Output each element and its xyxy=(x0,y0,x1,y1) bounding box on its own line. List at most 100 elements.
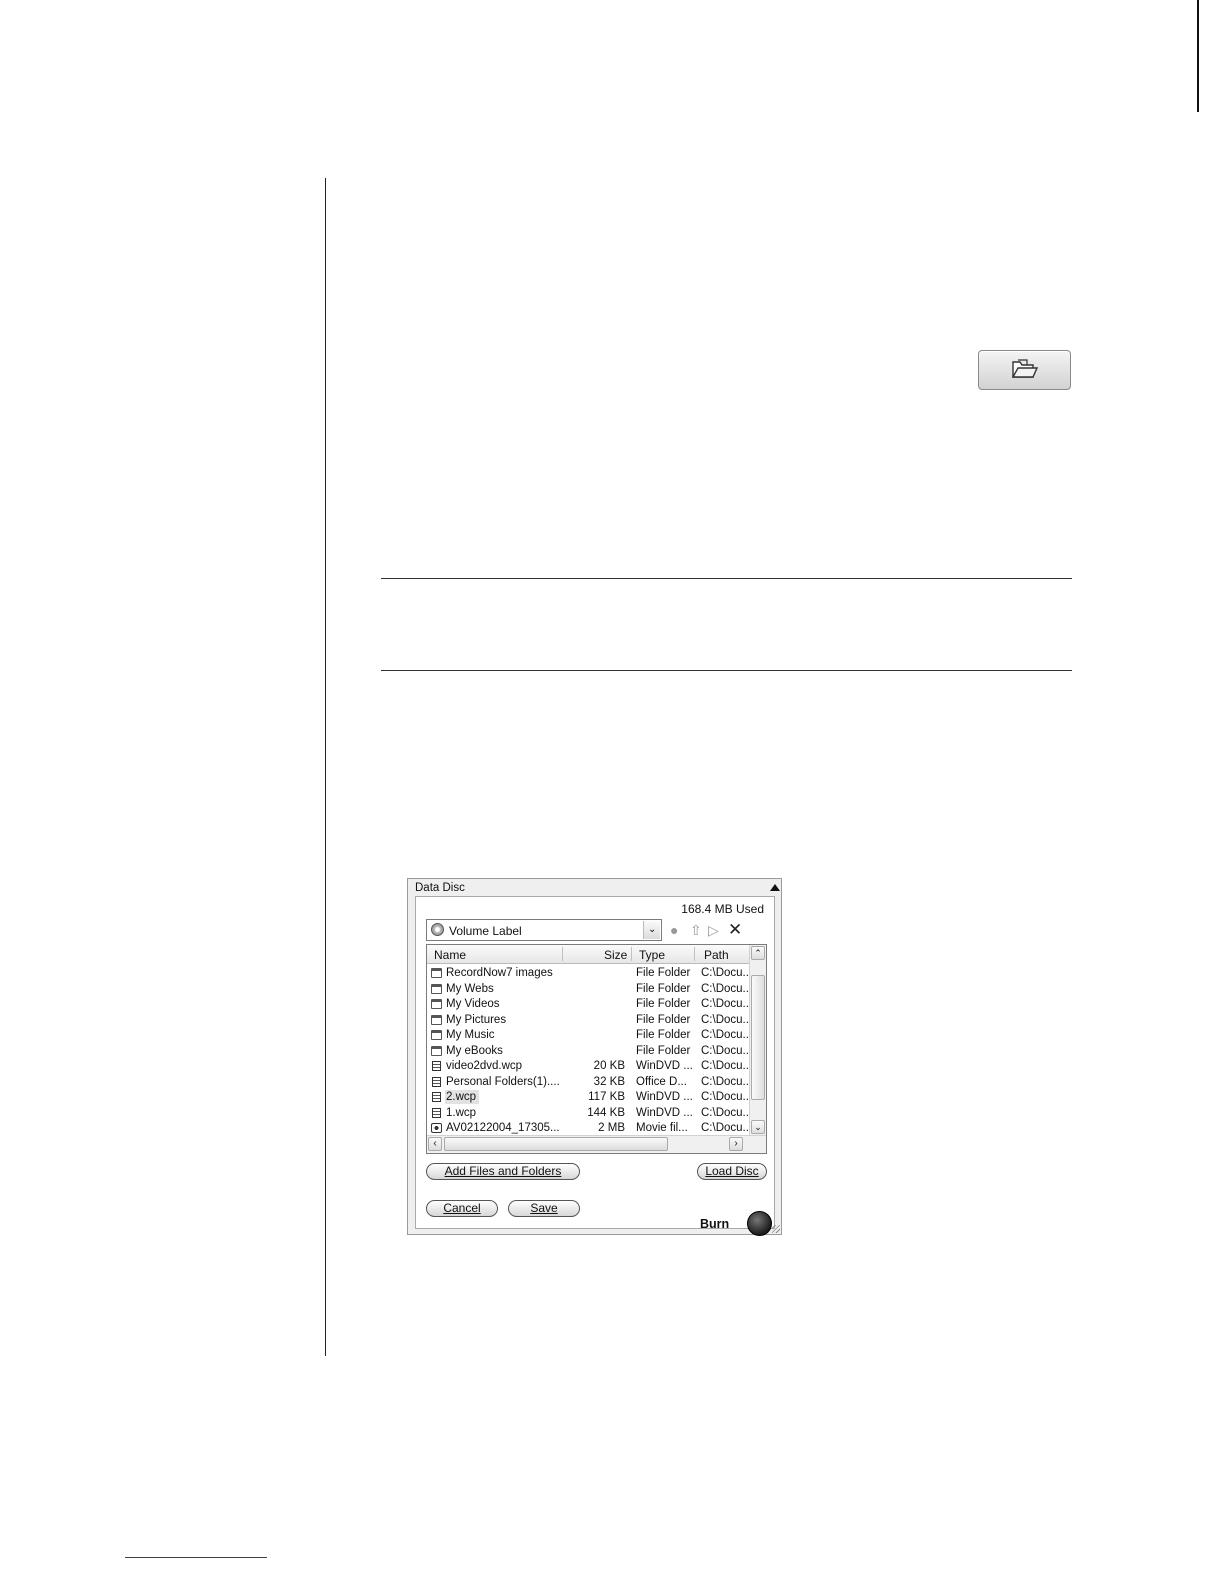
list-item[interactable]: video2dvd.wcp 20 KB WinDVD ... C:\Docu... xyxy=(427,1059,753,1074)
footer-link-rule[interactable] xyxy=(125,1557,267,1558)
scroll-up-icon[interactable]: ⌃ xyxy=(751,946,765,960)
list-item[interactable]: My Music File Folder C:\Docu... xyxy=(427,1028,753,1043)
column-name[interactable]: Name xyxy=(434,948,466,962)
list-item[interactable]: My Pictures File Folder C:\Docu... xyxy=(427,1013,753,1028)
cell-name: AV02122004_17305... xyxy=(446,1122,560,1134)
disc-usage: 168.4 MB Used xyxy=(681,902,764,916)
cell-name: My Music xyxy=(446,1029,495,1041)
cell-path: C:\Docu... xyxy=(701,1029,753,1041)
folder-icon xyxy=(431,1030,442,1040)
cell-size: 117 KB xyxy=(588,1091,625,1103)
save-button[interactable]: Save xyxy=(508,1200,580,1217)
new-folder-icon[interactable]: ▷ xyxy=(708,920,719,940)
column-size[interactable]: Size xyxy=(604,948,627,962)
cell-path: C:\Docu... xyxy=(701,982,753,995)
folder-open-icon xyxy=(1011,359,1038,378)
page-edge-mark xyxy=(1197,0,1199,112)
volume-label-combo[interactable]: Volume Label ⌄ xyxy=(426,919,662,941)
cell-path: C:\Docu... xyxy=(701,967,753,979)
list-item[interactable]: My eBooks File Folder C:\Docu... xyxy=(427,1044,753,1059)
resize-grip-icon[interactable] xyxy=(772,1225,780,1233)
burn-button[interactable] xyxy=(747,1211,772,1236)
file-list: Name Size Type Path RecordNow7 images Fil… xyxy=(426,944,767,1154)
scroll-thumb[interactable] xyxy=(751,975,765,1100)
burn-label: Burn xyxy=(700,1217,730,1231)
column-type[interactable]: Type xyxy=(639,948,665,962)
folder-icon xyxy=(431,983,442,994)
list-item[interactable]: My Webs File Folder C:\Docu... xyxy=(427,982,753,997)
list-item[interactable]: Personal Folders(1).... 32 KB Office D... C… xyxy=(427,1075,753,1090)
list-item[interactable]: RecordNow7 images File Folder C:\Docu... xyxy=(427,966,753,981)
cell-type: File Folder xyxy=(636,967,691,979)
scroll-right-icon[interactable]: › xyxy=(729,1137,743,1151)
media-icon xyxy=(431,1123,442,1133)
file-icon xyxy=(432,1092,441,1102)
folder-icon xyxy=(431,1014,442,1025)
cell-name: video2dvd.wcp xyxy=(446,1060,523,1072)
cell-name: My Pictures xyxy=(446,1013,507,1026)
open-project-button[interactable] xyxy=(978,350,1071,390)
cell-type: WinDVD ... xyxy=(636,1060,693,1072)
list-header: Name Size Type Path xyxy=(427,945,749,964)
cell-type: Office D... xyxy=(636,1075,687,1088)
back-icon[interactable]: ● xyxy=(670,920,678,940)
cell-path: C:\Docu... xyxy=(701,1044,753,1057)
list-item[interactable]: 1.wcp 144 KB WinDVD ... C:\Docu... xyxy=(427,1106,753,1121)
cell-type: WinDVD ... xyxy=(636,1106,693,1119)
cell-path: C:\Docu... xyxy=(701,1013,753,1026)
scroll-down-icon[interactable]: ⌄ xyxy=(751,1120,765,1134)
cell-path: C:\Docu... xyxy=(701,1122,753,1134)
cell-path: C:\Docu... xyxy=(701,1060,753,1072)
cell-type: File Folder xyxy=(636,1029,691,1041)
scroll-left-icon[interactable]: ‹ xyxy=(428,1137,442,1151)
collapse-arrow-icon[interactable] xyxy=(770,884,780,891)
list-item[interactable]: AV02122004_17305... 2 MB Movie fil... C:\Do… xyxy=(427,1121,753,1136)
cell-name: My Webs xyxy=(446,982,494,995)
folder-icon xyxy=(431,999,442,1009)
add-files-button[interactable]: Add Files and Folders xyxy=(426,1163,580,1180)
cell-size: 20 KB xyxy=(593,1060,625,1072)
file-icon xyxy=(432,1107,441,1118)
cell-type: File Folder xyxy=(636,982,691,995)
column-path[interactable]: Path xyxy=(704,948,729,962)
folder-icon xyxy=(431,1045,442,1056)
cell-type: WinDVD ... xyxy=(636,1091,693,1103)
margin-rule xyxy=(325,178,326,1356)
chevron-down-icon: ⌄ xyxy=(648,924,657,935)
cancel-button[interactable]: Cancel xyxy=(426,1200,498,1217)
horizontal-scroll-thumb[interactable] xyxy=(444,1137,668,1151)
cell-size: 144 KB xyxy=(587,1106,625,1119)
cell-name: 2.wcp xyxy=(446,1091,477,1103)
file-icon xyxy=(432,1076,441,1087)
cell-name: My Videos xyxy=(446,998,500,1010)
list-item[interactable]: 2.wcp 117 KB WinDVD ... C:\Docu... xyxy=(427,1090,753,1105)
cell-type: File Folder xyxy=(636,1044,691,1057)
cell-type: File Folder xyxy=(636,1013,691,1026)
cell-name: RecordNow7 images xyxy=(446,967,553,979)
cell-type: File Folder xyxy=(636,998,691,1010)
cell-name: My eBooks xyxy=(446,1044,503,1057)
note-rule-bottom xyxy=(381,670,1072,671)
cell-path: C:\Docu... xyxy=(701,1091,753,1103)
load-disc-button[interactable]: Load Disc xyxy=(697,1163,767,1180)
cell-path: C:\Docu... xyxy=(701,1106,753,1119)
folder-icon xyxy=(431,968,442,978)
data-disc-dialog: Data Disc 168.4 MB Used Volume Label ⌄ ●… xyxy=(407,878,782,1236)
cell-type: Movie fil... xyxy=(636,1122,688,1134)
cell-name: 1.wcp xyxy=(446,1106,477,1119)
cell-name: Personal Folders(1).... xyxy=(446,1075,560,1088)
delete-icon[interactable]: ✕ xyxy=(728,920,742,940)
file-icon xyxy=(432,1061,441,1071)
vertical-scrollbar[interactable]: ⌃ ⌄ xyxy=(749,945,766,1135)
note-rule-top xyxy=(381,578,1072,579)
cell-path: C:\Docu... xyxy=(701,1075,753,1088)
cell-size: 32 KB xyxy=(593,1075,625,1088)
cell-size: 2 MB xyxy=(598,1122,625,1134)
dropdown-button[interactable]: ⌄ xyxy=(643,921,660,939)
up-folder-icon[interactable]: ⇧ xyxy=(690,920,702,940)
dialog-body: 168.4 MB Used Volume Label ⌄ ● ⇧ ▷ ✕ Nam… xyxy=(415,896,775,1236)
cell-path: C:\Docu... xyxy=(701,998,753,1010)
horizontal-scrollbar[interactable]: ‹ › xyxy=(427,1135,766,1153)
list-item[interactable]: My Videos File Folder C:\Docu... xyxy=(427,997,753,1012)
volume-label-text: Volume Label xyxy=(449,924,522,938)
